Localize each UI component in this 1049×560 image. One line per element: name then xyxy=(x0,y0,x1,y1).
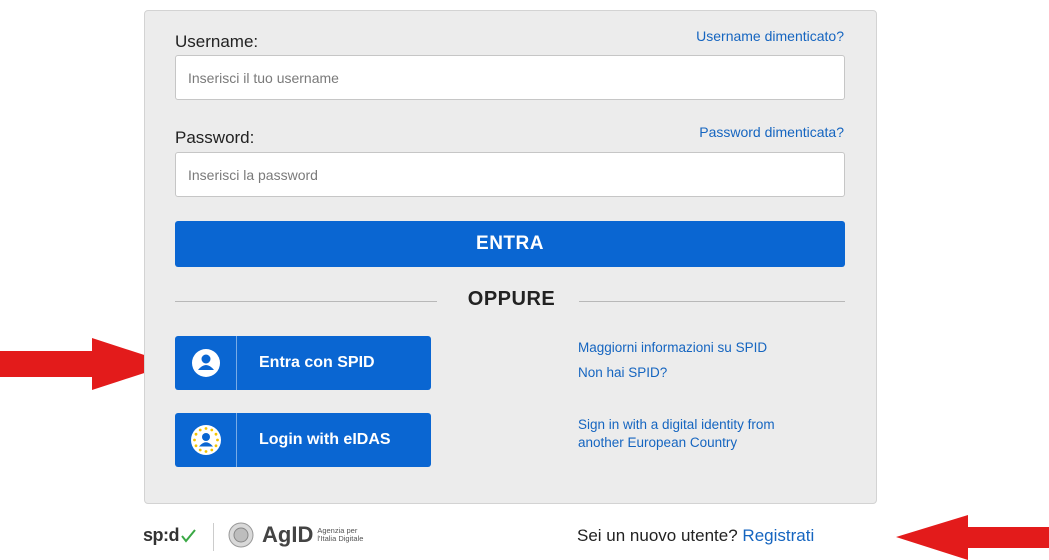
password-label: Password: xyxy=(175,128,255,147)
eidas-info-line2: another European Country xyxy=(578,435,738,450)
register-link[interactable]: Registrati xyxy=(742,526,814,545)
username-forgot-link[interactable]: Username dimenticato? xyxy=(696,28,844,44)
username-input[interactable] xyxy=(175,55,845,100)
eidas-button-label: Login with eIDAS xyxy=(259,431,391,448)
eidas-login-button[interactable]: Login with eIDAS xyxy=(175,413,431,467)
new-user-prompt: Sei un nuovo utente? Registrati xyxy=(577,526,814,546)
no-spid-link[interactable]: Non hai SPID? xyxy=(578,364,667,382)
spid-login-button[interactable]: Entra con SPID xyxy=(175,336,431,390)
footer-logo-divider xyxy=(213,523,214,551)
agid-emblem-icon xyxy=(228,522,254,548)
user-circle-icon xyxy=(175,336,237,390)
eu-stars-icon xyxy=(175,413,237,467)
or-separator: OPPURE xyxy=(467,288,556,310)
spid-logo: sp:d xyxy=(143,525,196,546)
password-forgot-link[interactable]: Password dimenticata? xyxy=(699,124,844,140)
login-submit-button[interactable]: ENTRA xyxy=(175,221,845,267)
divider-right xyxy=(579,301,845,302)
arrow-left-icon xyxy=(896,515,1049,560)
agid-logo: AgID Agenzia per l'Italia Digitale xyxy=(228,522,363,548)
username-label: Username: xyxy=(175,32,259,51)
spid-button-label: Entra con SPID xyxy=(259,354,375,371)
checkmark-icon xyxy=(181,528,196,543)
agid-sub-line2: l'Italia Digitale xyxy=(317,534,364,543)
password-input[interactable] xyxy=(175,152,845,197)
agid-logo-text: AgID xyxy=(262,522,314,547)
spid-more-info-link[interactable]: Maggiorni informazioni su SPID xyxy=(578,339,767,357)
spid-logo-text: sp:d xyxy=(143,525,180,545)
agid-subtitle: Agenzia per l'Italia Digitale xyxy=(317,527,363,543)
login-panel: Username: Username dimenticato? Password… xyxy=(144,10,877,504)
eidas-info-line1: Sign in with a digital identity from xyxy=(578,417,775,432)
eidas-info-link[interactable]: Sign in with a digital identity from ano… xyxy=(578,416,775,452)
new-user-text: Sei un nuovo utente? xyxy=(577,526,738,545)
